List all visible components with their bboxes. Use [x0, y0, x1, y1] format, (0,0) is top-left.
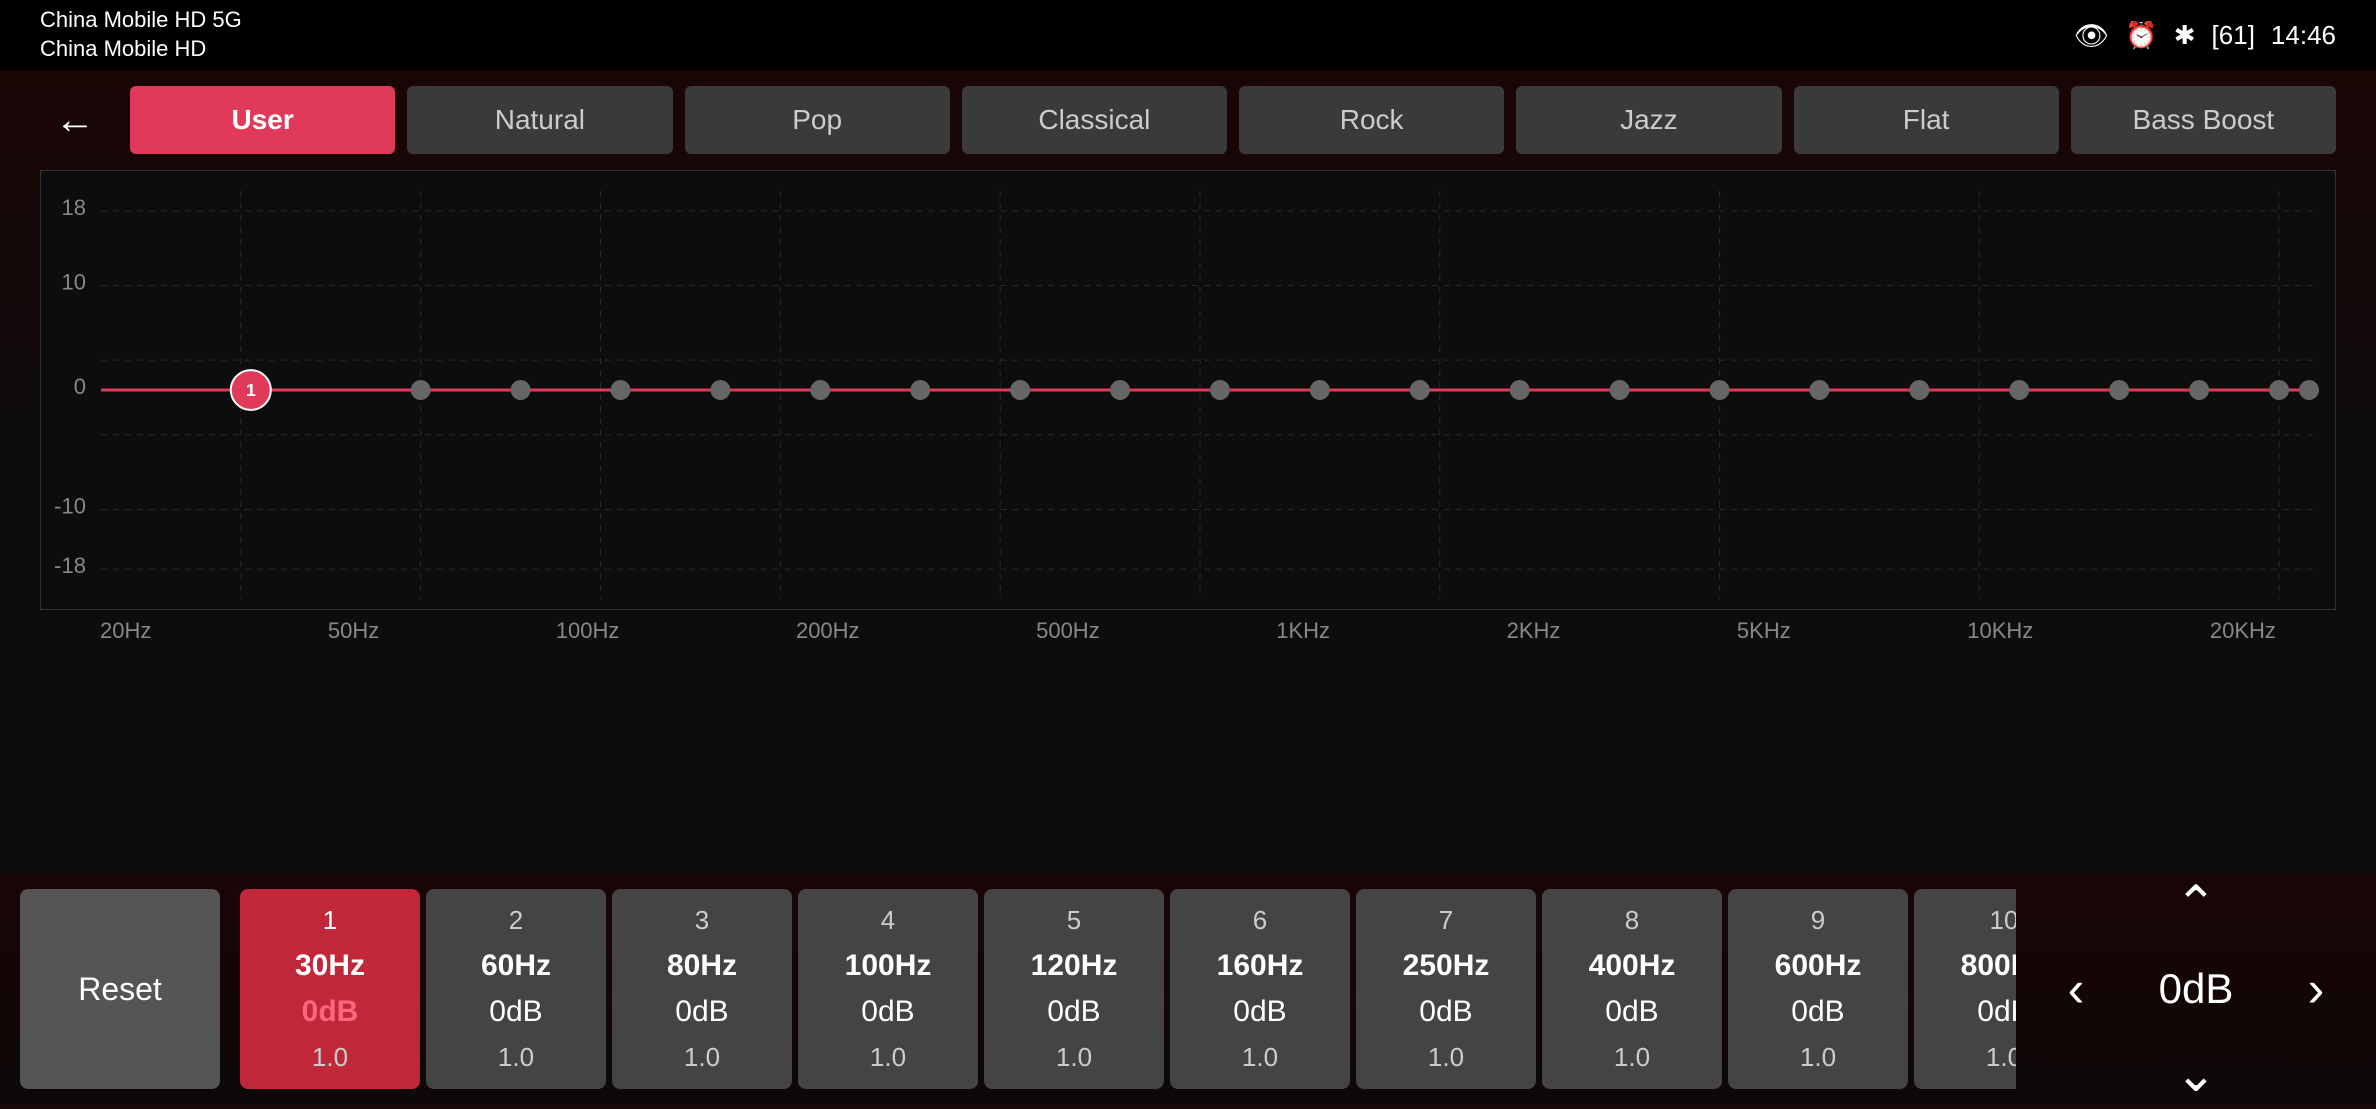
band-db-7: 0dB: [1419, 995, 1472, 1029]
status-bar: China Mobile HD 5G China Mobile HD 👁 ⏰ ✱…: [0, 0, 2376, 70]
band-cell-10[interactable]: 10 800Hz 0dB 1.0: [1914, 889, 2016, 1089]
bluetooth-icon: ✱: [2174, 20, 2196, 51]
band-db-3: 0dB: [675, 995, 728, 1029]
band-number-9: 9: [1811, 905, 1825, 936]
band-db-2: 0dB: [489, 995, 542, 1029]
band-q-7: 1.0: [1428, 1042, 1464, 1073]
svg-text:1: 1: [246, 380, 256, 400]
band-db-8: 0dB: [1605, 995, 1658, 1029]
band-db-5: 0dB: [1047, 995, 1100, 1029]
preset-tabs: UserNaturalPopClassicalRockJazzFlatBass …: [130, 86, 2336, 154]
band-freq-3: 80Hz: [667, 949, 737, 983]
band-cell-5[interactable]: 5 120Hz 0dB 1.0: [984, 889, 1164, 1089]
value-up-button[interactable]: ⌃: [2146, 869, 2246, 939]
svg-text:0: 0: [74, 374, 86, 399]
band-cell-6[interactable]: 6 160Hz 0dB 1.0: [1170, 889, 1350, 1089]
band-q-9: 1.0: [1800, 1042, 1836, 1073]
nav-row: ‹ 0dB ›: [2036, 949, 2356, 1029]
band-cell-1[interactable]: 1 30Hz 0dB 1.0: [240, 889, 420, 1089]
band-q-2: 1.0: [498, 1042, 534, 1073]
band-number-10: 10: [1990, 905, 2016, 936]
band-number-7: 7: [1439, 905, 1453, 936]
preset-tab-bassboost[interactable]: Bass Boost: [2071, 86, 2336, 154]
band-q-6: 1.0: [1242, 1042, 1278, 1073]
band-freq-4: 100Hz: [845, 949, 932, 983]
band-freq-10: 800Hz: [1961, 949, 2016, 983]
nav-controls: ⌃ ‹ 0dB › ⌄: [2036, 869, 2356, 1109]
reset-button[interactable]: Reset: [20, 889, 220, 1089]
status-right: 👁 ⏰ ✱ [61] 14:46: [2074, 19, 2336, 52]
svg-text:10: 10: [62, 269, 86, 294]
value-down-button[interactable]: ⌄: [2146, 1039, 2246, 1109]
band-q-1: 1.0: [312, 1042, 348, 1073]
band-q-5: 1.0: [1056, 1042, 1092, 1073]
preset-tab-user[interactable]: User: [130, 86, 395, 154]
preset-tab-natural[interactable]: Natural: [407, 86, 672, 154]
carrier2: China Mobile HD: [40, 35, 242, 64]
battery-indicator: [61]: [2212, 20, 2255, 51]
header: ← UserNaturalPopClassicalRockJazzFlatBas…: [0, 70, 2376, 170]
bands-list: 1 30Hz 0dB 1.0 2 60Hz 0dB 1.0 3 80Hz 0dB 1.0 4 100Hz 0…: [240, 889, 2016, 1089]
band-cell-4[interactable]: 4 100Hz 0dB 1.0: [798, 889, 978, 1089]
band-prev-button[interactable]: ‹: [2036, 949, 2116, 1029]
band-freq-1: 30Hz: [295, 949, 365, 983]
band-freq-9: 600Hz: [1775, 949, 1862, 983]
main-area: ← UserNaturalPopClassicalRockJazzFlatBas…: [0, 70, 2376, 1104]
band-number-5: 5: [1067, 905, 1081, 936]
band-q-8: 1.0: [1614, 1042, 1650, 1073]
preset-tab-pop[interactable]: Pop: [685, 86, 950, 154]
band-next-button[interactable]: ›: [2276, 949, 2356, 1029]
band-db-1: 0dB: [302, 995, 359, 1029]
band-freq-8: 400Hz: [1589, 949, 1676, 983]
band-freq-6: 160Hz: [1217, 949, 1304, 983]
band-cell-9[interactable]: 9 600Hz 0dB 1.0: [1728, 889, 1908, 1089]
band-q-10: 1.0: [1986, 1042, 2016, 1073]
band-number-8: 8: [1625, 905, 1639, 936]
band-db-9: 0dB: [1791, 995, 1844, 1029]
eye-icon: 👁: [2074, 19, 2110, 52]
current-value: 0dB: [2136, 965, 2256, 1013]
band-db-10: 0dB: [1977, 995, 2016, 1029]
preset-tab-rock[interactable]: Rock: [1239, 86, 1504, 154]
preset-tab-flat[interactable]: Flat: [1794, 86, 2059, 154]
band-number-1: 1: [323, 905, 337, 936]
band-number-3: 3: [695, 905, 709, 936]
svg-text:-18: -18: [54, 553, 86, 578]
band-cell-7[interactable]: 7 250Hz 0dB 1.0: [1356, 889, 1536, 1089]
band-cell-2[interactable]: 2 60Hz 0dB 1.0: [426, 889, 606, 1089]
band-cell-3[interactable]: 3 80Hz 0dB 1.0: [612, 889, 792, 1089]
preset-tab-classical[interactable]: Classical: [962, 86, 1227, 154]
band-q-4: 1.0: [870, 1042, 906, 1073]
band-freq-7: 250Hz: [1403, 949, 1490, 983]
band-freq-5: 120Hz: [1031, 949, 1118, 983]
svg-text:-10: -10: [54, 493, 86, 518]
freq-labels: 20Hz 50Hz 100Hz 200Hz 500Hz 1KHz 2KHz 5K…: [40, 610, 2336, 652]
back-button[interactable]: ←: [40, 85, 110, 155]
band-freq-2: 60Hz: [481, 949, 551, 983]
back-icon: ←: [55, 98, 95, 143]
band-db-6: 0dB: [1233, 995, 1286, 1029]
carrier1: China Mobile HD 5G: [40, 6, 242, 35]
preset-tab-jazz[interactable]: Jazz: [1516, 86, 1781, 154]
eq-chart: 18 10 0 -10 -18 1: [40, 170, 2336, 610]
band-number-4: 4: [881, 905, 895, 936]
band-q-3: 1.0: [684, 1042, 720, 1073]
band-controls: Reset 130Hz0dB1.0260Hz0dB1.0380Hz0dB1.04…: [0, 874, 2376, 1104]
band-db-4: 0dB: [861, 995, 914, 1029]
svg-text:18: 18: [62, 195, 86, 220]
time-display: 14:46: [2271, 20, 2336, 51]
band-number-2: 2: [509, 905, 523, 936]
band-number-6: 6: [1253, 905, 1267, 936]
alarm-icon: ⏰: [2125, 20, 2157, 51]
carrier-info: China Mobile HD 5G China Mobile HD: [40, 6, 242, 63]
band-cell-8[interactable]: 8 400Hz 0dB 1.0: [1542, 889, 1722, 1089]
